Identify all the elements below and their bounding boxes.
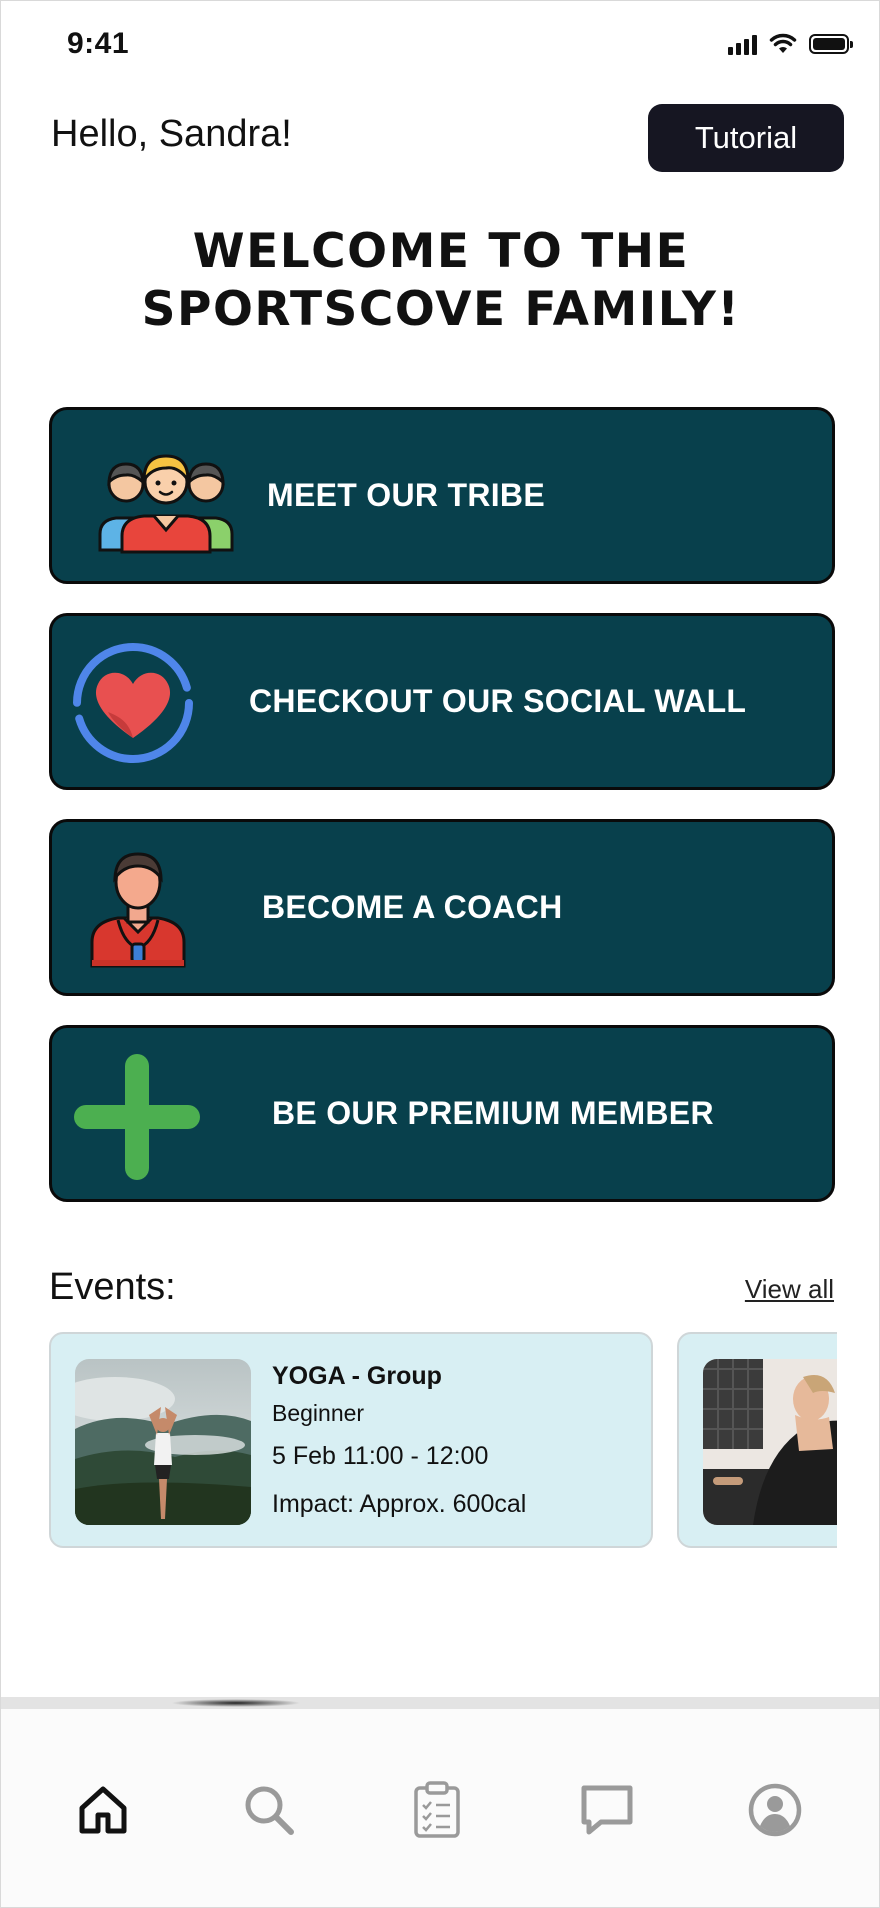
- plus-icon: [74, 1054, 200, 1180]
- tab-profile[interactable]: [743, 1778, 807, 1842]
- coach-icon: [90, 852, 186, 968]
- events-title: Events:: [49, 1266, 176, 1308]
- event-card[interactable]: YOGA - Group Beginner 5 Feb 11:00 - 12:0…: [49, 1332, 653, 1548]
- become-coach-button[interactable]: BECOME A COACH: [49, 819, 835, 996]
- search-icon: [245, 1786, 294, 1835]
- status-time: 9:41: [67, 27, 130, 60]
- social-wall-label: CHECKOUT OUR SOCIAL WALL: [249, 683, 747, 719]
- tabbar-divider: [1, 1697, 879, 1709]
- yoga-stretch-photo: [703, 1359, 837, 1525]
- event-level: Beginner: [272, 1400, 365, 1426]
- profile-icon: [748, 1783, 802, 1837]
- premium-member-label: BE OUR PREMIUM MEMBER: [272, 1095, 714, 1131]
- home-icon: [79, 1786, 127, 1834]
- meet-our-tribe-label: MEET OUR TRIBE: [267, 477, 545, 513]
- social-wall-button[interactable]: CHECKOUT OUR SOCIAL WALL: [49, 613, 835, 790]
- tutorial-button[interactable]: Tutorial: [648, 104, 844, 172]
- battery-icon: [809, 34, 853, 54]
- event-card[interactable]: [677, 1332, 837, 1548]
- greeting: Hello, Sandra!: [51, 113, 292, 155]
- cellular-signal-icon: [728, 33, 757, 55]
- yoga-mountain-photo: [75, 1359, 251, 1525]
- tab-chat[interactable]: [575, 1778, 639, 1842]
- event-time: 5 Feb 11:00 - 12:00: [272, 1442, 489, 1470]
- tabbar-divider-shadow: [171, 1699, 301, 1707]
- view-all-link[interactable]: View all: [745, 1274, 834, 1305]
- welcome-line-1: WELCOME TO THE: [192, 224, 690, 279]
- clipboard-icon: [414, 1781, 460, 1838]
- group-people-icon: [98, 454, 234, 554]
- tab-home[interactable]: [71, 1778, 135, 1842]
- event-title: YOGA - Group: [272, 1362, 442, 1390]
- welcome-heading: WELCOME TO THE SPORTSCOVE FAMILY!: [1, 223, 879, 339]
- become-coach-label: BECOME A COACH: [262, 889, 563, 925]
- event-impact: Impact: Approx. 600cal: [272, 1490, 527, 1518]
- status-icons: [728, 33, 853, 55]
- heart-ring-icon: [73, 643, 193, 763]
- meet-our-tribe-button[interactable]: MEET OUR TRIBE: [49, 407, 835, 584]
- tab-tasks[interactable]: [405, 1778, 469, 1842]
- premium-member-button[interactable]: BE OUR PREMIUM MEMBER: [49, 1025, 835, 1202]
- welcome-line-2: SPORTSCOVE FAMILY!: [141, 282, 741, 337]
- wifi-icon: [769, 33, 797, 53]
- app-screen: 9:41 Hello, Sandra! Tutorial WELCOME TO …: [0, 0, 880, 1908]
- chat-icon: [581, 1785, 633, 1835]
- events-carousel[interactable]: YOGA - Group Beginner 5 Feb 11:00 - 12:0…: [1, 1321, 837, 1561]
- tab-search[interactable]: [237, 1778, 301, 1842]
